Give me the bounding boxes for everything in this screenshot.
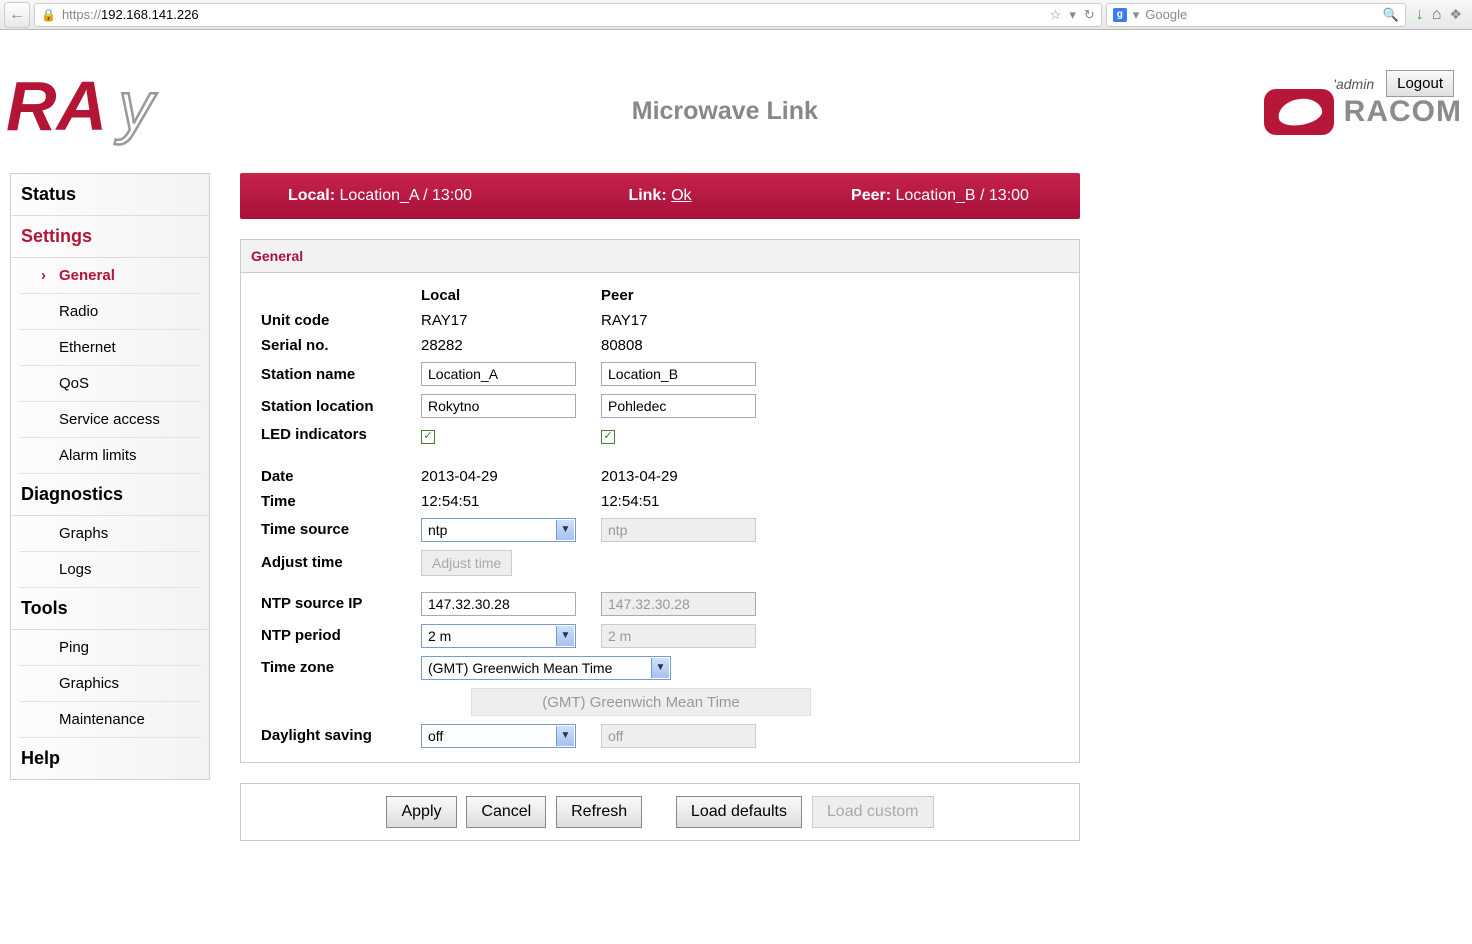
status-bar: Local: Location_A / 13:00 Link: Ok Peer:… [240, 173, 1080, 219]
station-name-local[interactable] [421, 362, 576, 386]
chevron-down-icon: ▼ [556, 520, 574, 540]
station-location-local[interactable] [421, 394, 576, 418]
label-ntp-period: NTP period [251, 620, 411, 652]
nav-tools-maint[interactable]: Maintenance [19, 702, 201, 738]
nav-tools[interactable]: Tools [11, 588, 209, 630]
led-local-checkbox[interactable]: ✓ [421, 430, 435, 444]
button-bar: Apply Cancel Refresh Load defaults Load … [240, 783, 1080, 841]
nav-settings-radio[interactable]: Radio [19, 294, 201, 330]
nav-diagnostics[interactable]: Diagnostics [11, 474, 209, 516]
time-source-local[interactable]: ntp▼ [421, 518, 576, 542]
link-status[interactable]: Ok [671, 187, 691, 204]
col-peer: Peer [591, 283, 821, 308]
date-local: 2013-04-29 [411, 464, 591, 489]
logout-button[interactable]: Logout [1386, 70, 1454, 97]
serial-peer: 80808 [591, 333, 821, 358]
nav-settings-qos[interactable]: QoS [19, 366, 201, 402]
dst-local[interactable]: off▼ [421, 724, 576, 748]
refresh-button[interactable]: Refresh [556, 796, 642, 828]
browser-bar: ← 🔒 https://192.168.141.226 ☆ ▾ ↻ g ▾ Go… [0, 0, 1472, 30]
nav-tools-ping[interactable]: Ping [19, 630, 201, 666]
time-peer: 12:54:51 [591, 489, 821, 514]
label-time: Time [251, 489, 411, 514]
nav-settings-general[interactable]: General [19, 258, 201, 294]
time-local: 12:54:51 [411, 489, 591, 514]
label-led: LED indicators [251, 422, 411, 448]
unit-code-peer: RAY17 [591, 308, 821, 333]
station-location-peer[interactable] [601, 394, 756, 418]
nav-diag-graphs[interactable]: Graphs [19, 516, 201, 552]
time-source-peer: ntp [601, 518, 756, 542]
led-peer-checkbox[interactable]: ✓ [601, 430, 615, 444]
label-ntp-ip: NTP source IP [251, 588, 411, 620]
general-panel: General LocalPeer Unit codeRAY17RAY17 Se… [240, 239, 1080, 763]
url-text: https://192.168.141.226 [62, 7, 199, 22]
browser-search[interactable]: g ▾ Google 🔍 [1106, 3, 1406, 27]
label-station-name: Station name [251, 358, 411, 390]
adjust-time-button: Adjust time [421, 550, 512, 576]
sidebar: Status Settings General Radio Ethernet Q… [10, 173, 210, 780]
unit-code-local: RAY17 [411, 308, 591, 333]
serial-local: 28282 [411, 333, 591, 358]
google-icon: g [1113, 8, 1127, 22]
home-icon[interactable]: ⌂ [1432, 6, 1442, 24]
chevron-down-icon: ▼ [556, 626, 574, 646]
label-dst: Daylight saving [251, 720, 411, 752]
nav-settings-ethernet[interactable]: Ethernet [19, 330, 201, 366]
cancel-button[interactable]: Cancel [466, 796, 546, 828]
page-title: Microwave Link [186, 97, 1264, 126]
nav-tools-graphics[interactable]: Graphics [19, 666, 201, 702]
ray-logo: RA y [6, 70, 186, 153]
url-box[interactable]: 🔒 https://192.168.141.226 ☆ ▾ ↻ [34, 3, 1102, 27]
timezone-local[interactable]: (GMT) Greenwich Mean Time▼ [421, 656, 671, 680]
panel-title: General [241, 240, 1079, 273]
addon-icon[interactable]: ❖ [1449, 6, 1462, 23]
label-serial: Serial no. [251, 333, 411, 358]
chevron-down-icon: ▼ [556, 726, 574, 746]
label-unit-code: Unit code [251, 308, 411, 333]
nav-status[interactable]: Status [11, 174, 209, 216]
svg-text:RA: RA [6, 70, 107, 145]
label-time-source: Time source [251, 514, 411, 546]
col-local: Local [411, 283, 591, 308]
nav-diag-logs[interactable]: Logs [19, 552, 201, 588]
nav-settings[interactable]: Settings [11, 216, 209, 258]
dst-peer: off [601, 724, 756, 748]
svg-text:y: y [115, 70, 158, 145]
timezone-peer: (GMT) Greenwich Mean Time [471, 688, 811, 716]
chevron-down-icon: ▼ [651, 658, 669, 678]
load-custom-button: Load custom [812, 796, 934, 828]
station-name-peer[interactable] [601, 362, 756, 386]
apply-button[interactable]: Apply [386, 796, 456, 828]
ntp-period-peer: 2 m [601, 624, 756, 648]
nav-back-button[interactable]: ← [4, 2, 30, 28]
ntp-period-local[interactable]: 2 m▼ [421, 624, 576, 648]
nav-help[interactable]: Help [11, 738, 209, 779]
bookmark-icon[interactable]: ☆ [1050, 7, 1062, 23]
label-timezone: Time zone [251, 652, 411, 684]
label-station-location: Station location [251, 390, 411, 422]
lock-icon: 🔒 [41, 8, 56, 22]
download-icon[interactable]: ↓ [1416, 6, 1424, 24]
search-icon[interactable]: 🔍 [1383, 7, 1399, 23]
current-user: 'admin [1333, 76, 1374, 92]
ntp-ip-local[interactable] [421, 592, 576, 616]
label-date: Date [251, 464, 411, 489]
date-peer: 2013-04-29 [591, 464, 821, 489]
nav-settings-alarm[interactable]: Alarm limits [19, 438, 201, 474]
label-adjust-time: Adjust time [251, 546, 411, 580]
reload-icon[interactable]: ↻ [1084, 7, 1095, 23]
nav-settings-service[interactable]: Service access [19, 402, 201, 438]
ntp-ip-peer [601, 592, 756, 616]
load-defaults-button[interactable]: Load defaults [676, 796, 802, 828]
header: RA y Microwave Link RACOM [0, 30, 1472, 173]
